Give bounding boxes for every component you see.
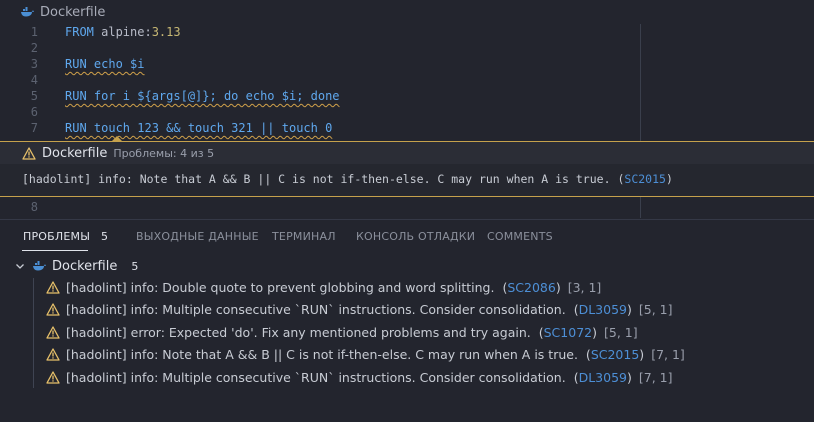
tab-terminal[interactable]: ТЕРМИНАЛ xyxy=(272,230,336,243)
code-token: RUN touch 123 && touch 321 || touch 0 xyxy=(65,121,333,135)
code-line[interactable]: 5 RUN for i ${args[@]}; do echo $i; done xyxy=(0,88,814,104)
bottom-panel: ПРОБЛЕМЫ 5 ВЫХОДНЫЕ ДАННЫЕ ТЕРМИНАЛ КОНС… xyxy=(0,219,814,422)
code-line: 8 xyxy=(0,199,814,215)
problem-row[interactable]: [hadolint] info: Multiple consecutive `R… xyxy=(0,366,814,388)
code-text[interactable]: RUN for i ${args[@]}; do echo $i; done xyxy=(65,88,340,104)
problem-row[interactable]: [hadolint] info: Note that A && B || C i… xyxy=(0,344,814,366)
problem-row[interactable]: [hadolint] error: Expected 'do'. Fix any… xyxy=(0,321,814,343)
code-token: 3.13 xyxy=(151,25,181,39)
peek-message: [hadolint] info: Note that A && B || C i… xyxy=(22,172,673,186)
problem-message: [hadolint] error: Expected 'do'. Fix any… xyxy=(66,324,531,340)
code-line[interactable]: 2 xyxy=(0,40,814,56)
code-line[interactable]: 4 xyxy=(0,72,814,88)
chevron-down-icon[interactable] xyxy=(14,260,26,272)
code-line[interactable]: 6 xyxy=(0,104,814,120)
problem-location: [7, 1] xyxy=(651,347,685,362)
code-editor[interactable]: 1 FROM alpine:3.13 2 3 RUN echo $i 4 5 RUN for … xyxy=(0,22,814,142)
problem-row[interactable]: [hadolint] info: Multiple consecutive `R… xyxy=(0,299,814,321)
peek-file: Dockerfile xyxy=(42,145,108,161)
problem-message: [hadolint] info: Double quote to prevent… xyxy=(66,279,495,295)
warning-triangle-icon xyxy=(46,348,60,361)
line-number: 8 xyxy=(30,200,38,214)
code-text[interactable]: RUN echo $i xyxy=(65,56,144,72)
docker-whale-icon xyxy=(20,7,34,17)
code-token: alpine: xyxy=(93,25,152,39)
problem-rule-link[interactable]: SC2015 xyxy=(591,347,639,362)
line-number: 7 xyxy=(30,121,38,135)
code-line[interactable]: 3 RUN echo $i xyxy=(0,56,814,72)
code-token: RUN for i ${args[@]}; do echo $i; done xyxy=(65,89,340,103)
problem-rule-link[interactable]: DL3059 xyxy=(579,370,627,385)
problem-row[interactable]: [hadolint] info: Double quote to prevent… xyxy=(0,276,814,298)
problem-rule-link[interactable]: SC1072 xyxy=(544,325,592,340)
problem-rule: (SC1072) xyxy=(538,324,597,340)
code-line[interactable]: 7 RUN touch 123 && touch 321 || touch 0 xyxy=(0,120,814,136)
problem-rule: (SC2015) xyxy=(585,347,645,362)
code-line[interactable]: 1 FROM alpine:3.13 xyxy=(0,24,814,40)
problem-rule-link[interactable]: SC2086 xyxy=(507,280,555,295)
warning-triangle-icon xyxy=(46,370,60,384)
breadcrumb-file[interactable]: Dockerfile xyxy=(40,5,105,20)
peek-problem-counter: Проблемы: 4 из 5 xyxy=(113,146,215,160)
tab-debug-console[interactable]: КОНСОЛЬ ОТЛАДКИ xyxy=(356,230,475,243)
warning-triangle-icon xyxy=(22,146,36,160)
problem-group-count: 5 xyxy=(131,259,139,273)
code-text[interactable]: FROM alpine:3.13 xyxy=(65,24,181,40)
problem-location: [7, 1] xyxy=(638,369,673,385)
code-text[interactable]: RUN touch 123 && touch 321 || touch 0 xyxy=(65,120,332,136)
problem-peek-widget[interactable]: Dockerfile Проблемы: 4 из 5 [hadolint] i… xyxy=(0,141,814,197)
problem-rule: (DL3059) xyxy=(573,302,632,317)
line-number: 6 xyxy=(30,105,38,119)
tab-output[interactable]: ВЫХОДНЫЕ ДАННЫЕ xyxy=(136,230,259,243)
code-token: RUN echo $i xyxy=(65,57,145,71)
breadcrumb[interactable]: Dockerfile xyxy=(0,0,814,24)
problem-rule: (DL3059) xyxy=(573,369,632,385)
active-tab-indicator xyxy=(22,250,88,251)
tab-problems[interactable]: ПРОБЛЕМЫ xyxy=(23,230,90,243)
problem-message: [hadolint] info: Note that A && B || C i… xyxy=(66,347,578,362)
warning-triangle-icon xyxy=(46,325,60,339)
code-token: FROM xyxy=(65,25,94,39)
line-number: 5 xyxy=(30,89,38,103)
peek-header: Dockerfile Проблемы: 4 из 5 xyxy=(0,142,814,164)
line-number: 1 xyxy=(30,25,38,39)
problem-group-file: Dockerfile xyxy=(52,258,118,274)
tab-comments[interactable]: COMMENTS xyxy=(487,230,553,243)
problem-message: [hadolint] info: Multiple consecutive `R… xyxy=(66,302,566,317)
problem-rule-link[interactable]: DL3059 xyxy=(579,302,627,317)
warning-triangle-icon xyxy=(46,280,60,294)
problem-location: [5, 1] xyxy=(638,302,673,317)
panel-tabs: ПРОБЛЕМЫ 5 ВЫХОДНЫЕ ДАННЫЕ ТЕРМИНАЛ КОНС… xyxy=(0,220,814,254)
peek-rule-link[interactable]: SC2015 xyxy=(624,172,666,186)
line-number: 3 xyxy=(30,57,38,71)
peek-message-text: [hadolint] info: Note that A && B || C i… xyxy=(22,172,611,186)
problem-rule: (SC2086) xyxy=(502,279,561,295)
line-number: 2 xyxy=(30,41,38,55)
line-number: 4 xyxy=(30,73,38,87)
problems-count-badge: 5 xyxy=(101,230,109,243)
problem-location: [5, 1] xyxy=(604,324,638,340)
problem-message: [hadolint] info: Multiple consecutive `R… xyxy=(66,369,566,385)
docker-whale-icon xyxy=(32,261,46,271)
warning-triangle-icon xyxy=(46,303,60,316)
problem-group-header[interactable]: Dockerfile 5 xyxy=(0,256,814,276)
problem-location: [3, 1] xyxy=(567,279,602,295)
